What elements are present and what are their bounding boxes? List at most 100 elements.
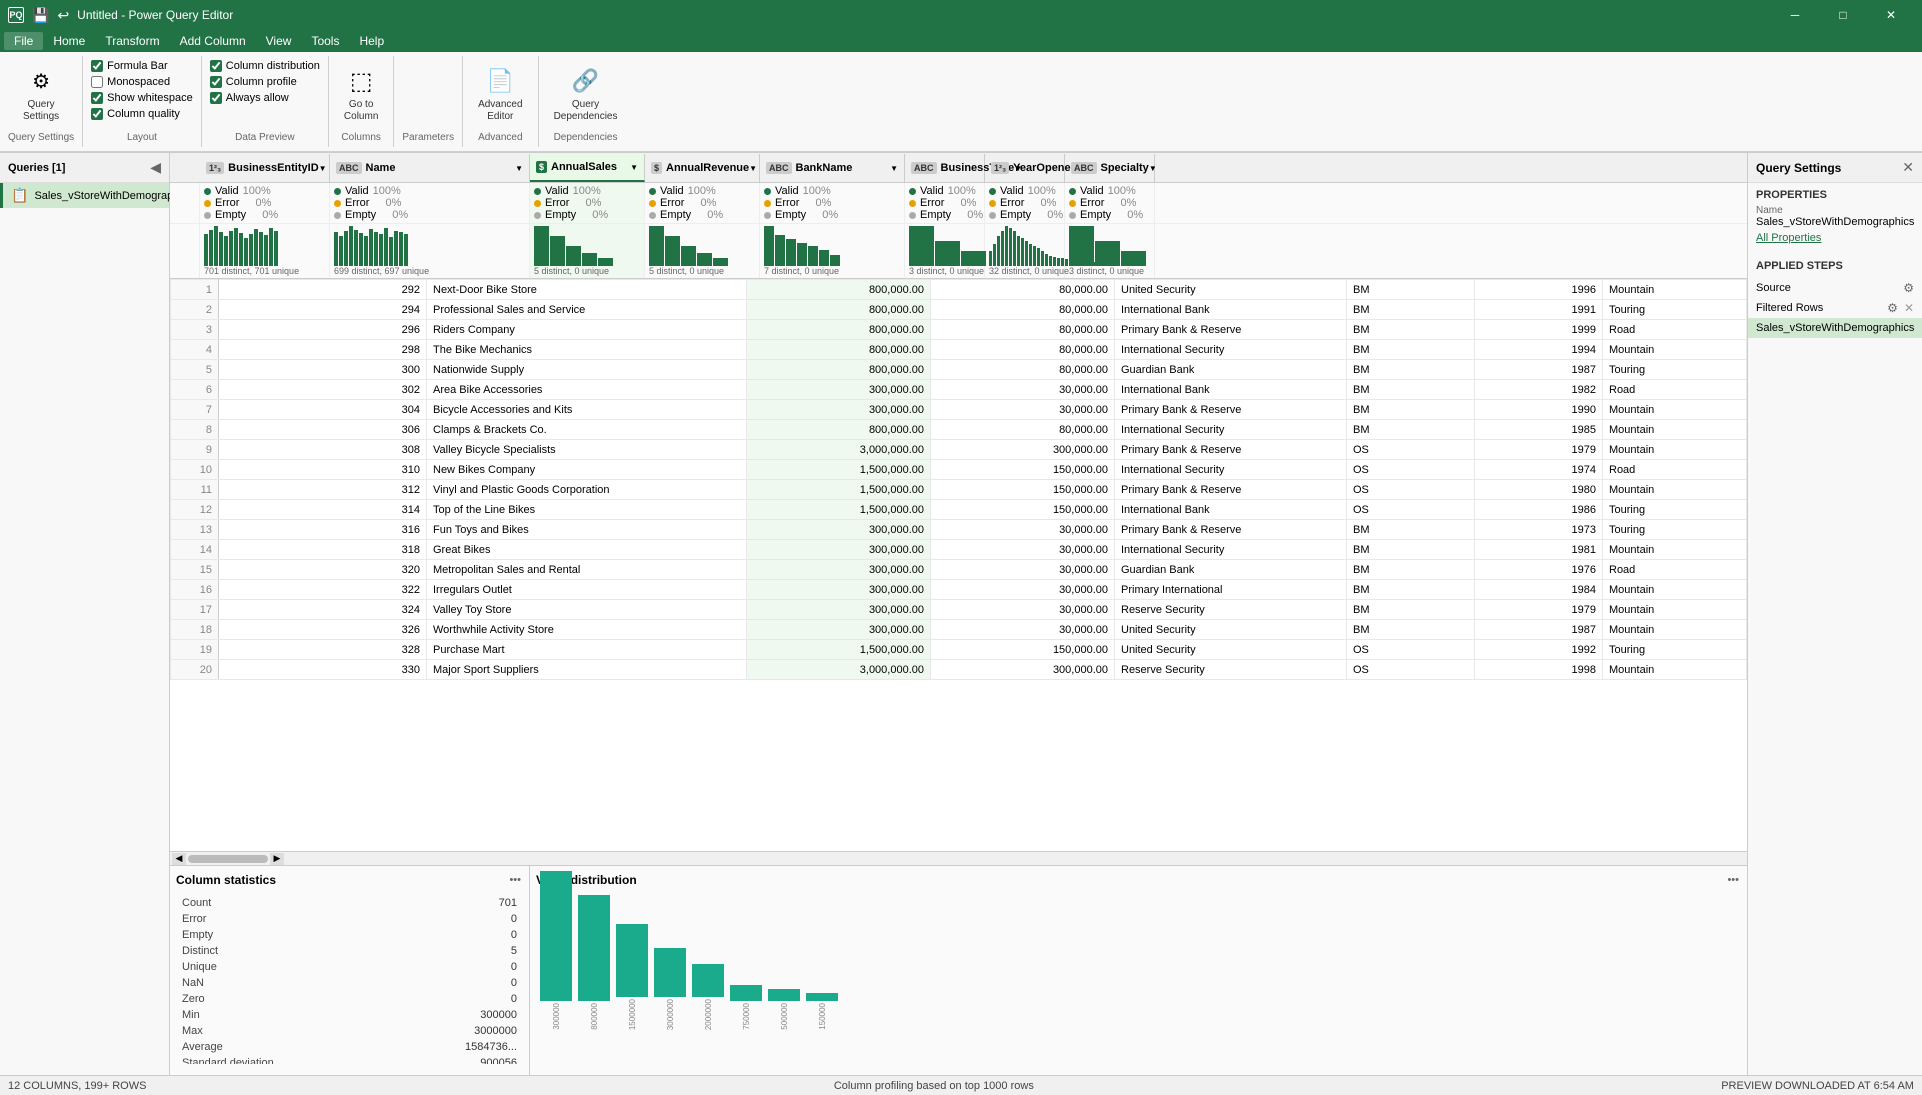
col-header-annualrevenue[interactable]: $ AnnualRevenue [645,154,760,182]
col-header-specialty[interactable]: ABC Specialty [1065,154,1155,182]
cell-businesstype: OS [1347,440,1475,460]
table-row[interactable]: 15 320 Metropolitan Sales and Rental 300… [171,560,1747,580]
table-row[interactable]: 18 326 Worthwhile Activity Store 300,000… [171,620,1747,640]
applied-steps-list: Source⚙Filtered Rows⚙✕Sales_vStoreWithDe… [1748,278,1922,338]
title-bar-quick-undo[interactable]: ↩ [57,7,69,24]
formula-bar-checkbox[interactable]: Formula Bar [91,60,168,72]
monospaced-checkbox[interactable]: Monospaced [91,76,170,88]
go-to-column-button[interactable]: ⬚ Go toColumn [337,60,385,128]
col-header-name[interactable]: ABC Name [330,154,530,182]
col-type-specialty: ABC [1071,162,1097,174]
show-whitespace-check[interactable] [91,92,103,104]
step-label: Sales_vStoreWithDemographics [1756,322,1914,334]
table-row[interactable]: 9 308 Valley Bicycle Specialists 3,000,0… [171,440,1747,460]
col-stats-menu[interactable]: ••• [507,872,523,888]
table-row[interactable]: 12 314 Top of the Line Bikes 1,500,000.0… [171,500,1747,520]
menu-home[interactable]: Home [43,32,95,50]
menu-help[interactable]: Help [349,32,394,50]
col-header-businessentityid[interactable]: 1²₃ BusinessEntityID [200,154,330,182]
data-rows-container[interactable]: 1 292 Next-Door Bike Store 800,000.00 80… [170,279,1747,851]
cell-name: Nationwide Supply [427,360,747,380]
scroll-right-btn[interactable]: ▶ [270,853,284,865]
stat-empty-yo: Empty0% [989,209,1060,221]
cell-annualsales: 800,000.00 [747,280,931,300]
step-item-source[interactable]: Source⚙ [1748,278,1922,298]
cell-name: Area Bike Accessories [427,380,747,400]
table-row[interactable]: 13 316 Fun Toys and Bikes 300,000.00 30,… [171,520,1747,540]
formula-bar-check[interactable] [91,60,103,72]
scrollbar-h-area[interactable]: ◀ ▶ [170,851,1747,865]
chart-annualrevenue: 5 distinct, 0 unique [645,224,760,278]
table-row[interactable]: 1 292 Next-Door Bike Store 800,000.00 80… [171,280,1747,300]
menu-add-column[interactable]: Add Column [170,32,256,50]
col-filter-name[interactable] [515,162,523,174]
cell-bankname: Reserve Security [1115,600,1347,620]
all-properties-link[interactable]: All Properties [1756,232,1821,244]
step-close-icon[interactable]: ✕ [1904,301,1914,315]
table-row[interactable]: 14 318 Great Bikes 300,000.00 30,000.00 … [171,540,1747,560]
col-header-businesstype[interactable]: ABC BusinessType [905,154,985,182]
col-header-bankname[interactable]: ABC BankName [760,154,905,182]
table-row[interactable]: 7 304 Bicycle Accessories and Kits 300,0… [171,400,1747,420]
close-button[interactable]: ✕ [1868,0,1914,30]
cell-bankname: International Bank [1115,500,1347,520]
col-stats-scroll[interactable]: Count701Error0Empty0Distinct5Unique0NaN0… [176,894,523,1064]
table-row[interactable]: 10 310 New Bikes Company 1,500,000.00 15… [171,460,1747,480]
step-item-sales-vstore[interactable]: Sales_vStoreWithDemographics✕ [1748,318,1922,338]
cell-yearopened: 1996 [1475,280,1603,300]
step-gear-icon[interactable]: ⚙ [1903,281,1914,295]
col-stats-title: Column statistics [176,873,276,887]
close-right-panel-button[interactable]: ✕ [1902,159,1914,176]
table-row[interactable]: 3 296 Riders Company 800,000.00 80,000.0… [171,320,1747,340]
table-row[interactable]: 6 302 Area Bike Accessories 300,000.00 3… [171,380,1747,400]
table-row[interactable]: 8 306 Clamps & Brackets Co. 800,000.00 8… [171,420,1747,440]
val-dist-menu[interactable]: ••• [1725,872,1741,888]
title-bar-quick-save[interactable]: 💾 [32,7,49,24]
minimize-button[interactable]: ─ [1772,0,1818,30]
col-distribution-checkbox[interactable]: Column distribution [210,60,320,72]
cell-bankname: Primary Bank & Reserve [1115,320,1347,340]
col-distribution-check[interactable] [210,60,222,72]
menu-file[interactable]: File [4,32,43,50]
column-quality-check[interactable] [91,108,103,120]
collapse-queries-button[interactable]: ◀ [150,159,161,176]
col-filter-annualsales[interactable] [630,161,638,173]
always-allow-check[interactable] [210,92,222,104]
col-profile-checkbox[interactable]: Column profile [210,76,297,88]
col-filter-specialty[interactable] [1149,162,1157,174]
table-row[interactable]: 16 322 Irregulars Outlet 300,000.00 30,0… [171,580,1747,600]
always-allow-checkbox[interactable]: Always allow [210,92,289,104]
scroll-thumb-h[interactable] [188,855,268,863]
col-filter-beid[interactable] [319,162,327,174]
table-row[interactable]: 2 294 Professional Sales and Service 800… [171,300,1747,320]
menu-transform[interactable]: Transform [95,32,169,50]
table-row[interactable]: 17 324 Valley Toy Store 300,000.00 30,00… [171,600,1747,620]
dot-valid-yo [989,188,996,195]
menu-tools[interactable]: Tools [301,32,349,50]
cell-specialty: Touring [1603,500,1747,520]
table-row[interactable]: 5 300 Nationwide Supply 800,000.00 80,00… [171,360,1747,380]
col-header-annualsales[interactable]: $ AnnualSales [530,154,645,182]
step-gear-icon[interactable]: ⚙ [1887,301,1898,315]
column-quality-label: Column quality [107,108,180,120]
col-header-yearopened[interactable]: 1²₃ YearOpened [985,154,1065,182]
query-dependencies-button[interactable]: 🔗 QueryDependencies [547,60,625,128]
maximize-button[interactable]: □ [1820,0,1866,30]
table-row[interactable]: 20 330 Major Sport Suppliers 3,000,000.0… [171,660,1747,680]
monospaced-check[interactable] [91,76,103,88]
column-quality-checkbox[interactable]: Column quality [91,108,180,120]
query-item-sales[interactable]: 📋 Sales_vStoreWithDemographics [0,183,169,208]
show-whitespace-checkbox[interactable]: Show whitespace [91,92,193,104]
step-item-filtered-rows[interactable]: Filtered Rows⚙✕ [1748,298,1922,318]
scroll-left-btn[interactable]: ◀ [172,853,186,865]
col-profile-check[interactable] [210,76,222,88]
col-filter-annualrevenue[interactable] [749,162,757,174]
col-filter-bankname[interactable] [890,162,898,174]
table-row[interactable]: 19 328 Purchase Mart 1,500,000.00 150,00… [171,640,1747,660]
cell-bankname: Guardian Bank [1115,360,1347,380]
table-row[interactable]: 11 312 Vinyl and Plastic Goods Corporati… [171,480,1747,500]
table-row[interactable]: 4 298 The Bike Mechanics 800,000.00 80,0… [171,340,1747,360]
advanced-editor-button[interactable]: 📄 AdvancedEditor [471,60,529,128]
query-settings-button[interactable]: ⚙ QuerySettings [16,60,66,128]
menu-view[interactable]: View [256,32,302,50]
